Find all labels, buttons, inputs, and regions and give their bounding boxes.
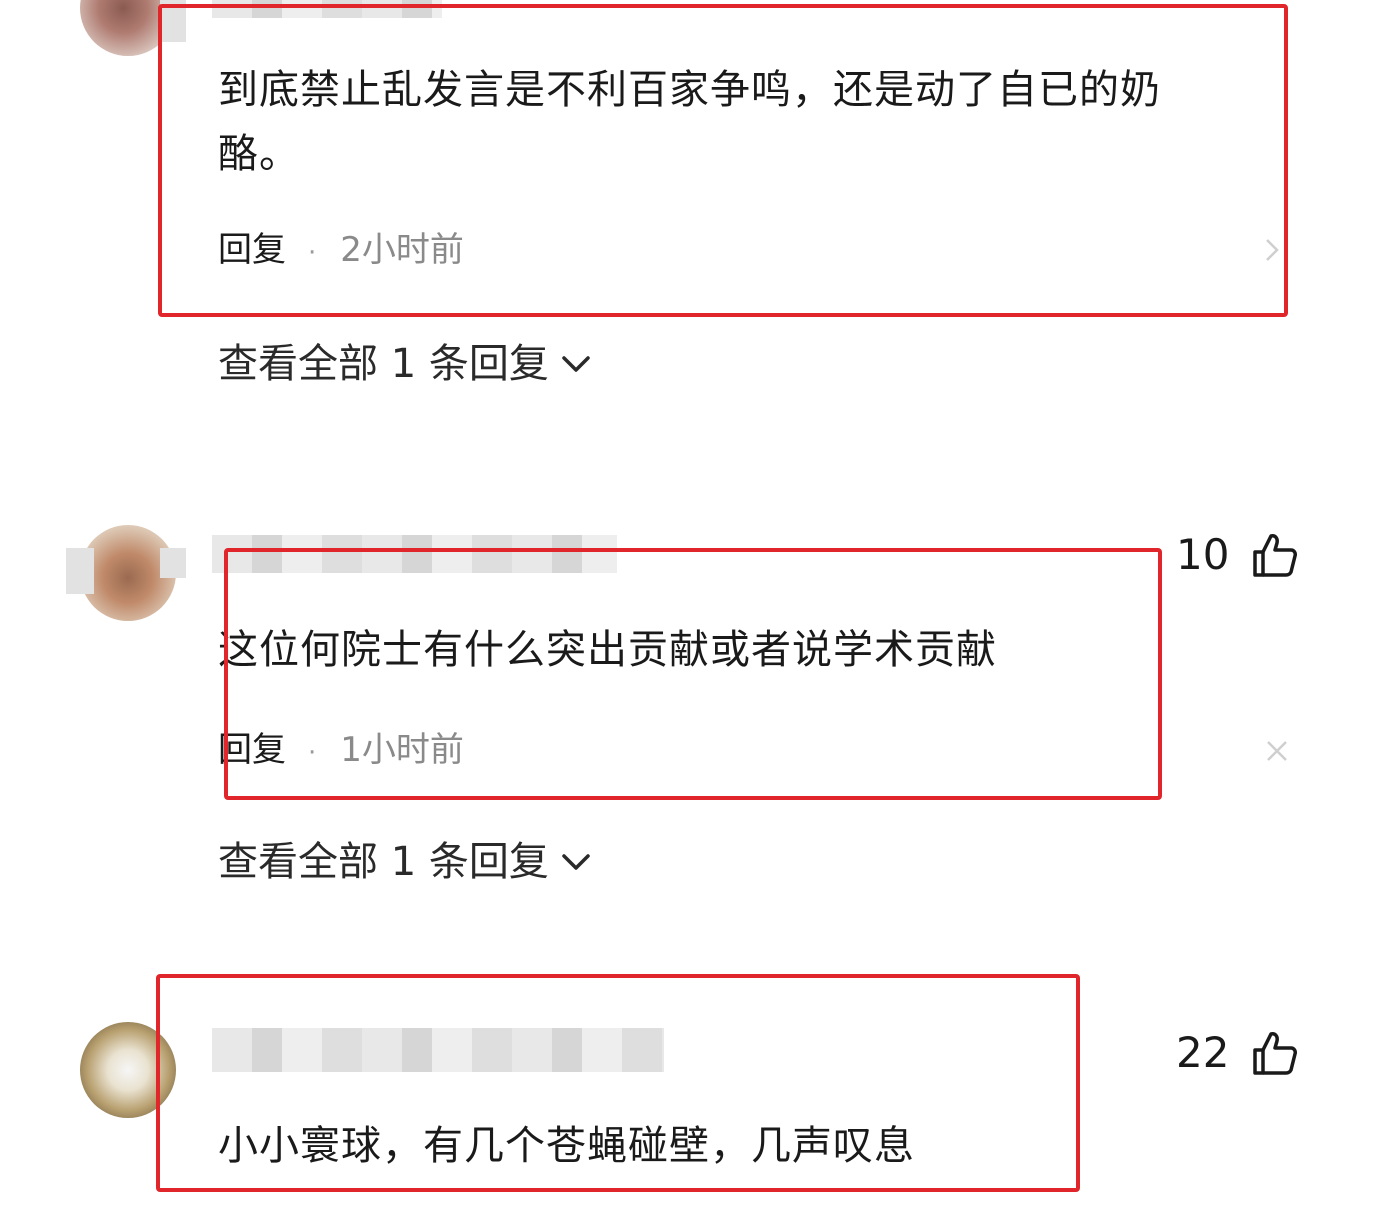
like-count: 10	[1176, 530, 1230, 579]
reply-button[interactable]: 回复	[218, 230, 286, 270]
view-all-replies-button[interactable]: 查看全部 1 条回复	[218, 838, 591, 886]
username-blurred[interactable]	[212, 1028, 664, 1072]
comment-text-line: 酪。	[218, 131, 300, 177]
like-button[interactable]: 10	[1176, 530, 1299, 579]
comment-time: 2小时前	[340, 230, 464, 270]
username-blurred[interactable]	[212, 0, 442, 18]
avatar-mosaic	[66, 548, 94, 594]
thumbs-up-icon	[1253, 1031, 1298, 1075]
like-button[interactable]: 22	[1176, 1028, 1299, 1077]
commenter-avatar[interactable]	[80, 1022, 176, 1118]
comment-text-line: 这位何院士有什么突出贡献或者说学术贡献	[218, 627, 997, 673]
separator-dot: ·	[308, 738, 317, 768]
chevron-down-icon	[562, 854, 590, 870]
comment-text-line: 到底禁止乱发言是不利百家争鸣，还是动了自已的奶	[218, 67, 1161, 113]
close-icon[interactable]	[1266, 740, 1288, 766]
reply-button[interactable]: 回复	[218, 730, 286, 770]
comment-meta: 回复 · 2小时前	[218, 230, 464, 273]
username-blurred[interactable]	[212, 535, 617, 573]
comment-text-line: 小小寰球，有几个苍蝇碰壁，几声叹息	[218, 1123, 915, 1169]
comment-text: 到底禁止乱发言是不利百家争鸣，还是动了自已的奶 酪。	[218, 58, 1278, 186]
comment-time: 1小时前	[340, 730, 464, 770]
chevron-down-icon	[562, 356, 590, 372]
view-all-replies-label: 查看全部 1 条回复	[218, 839, 549, 885]
view-all-replies-button[interactable]: 查看全部 1 条回复	[218, 340, 591, 388]
chevron-right-icon[interactable]	[1264, 236, 1280, 272]
comment-text: 这位何院士有什么突出贡献或者说学术贡献	[218, 618, 1138, 682]
view-all-replies-label: 查看全部 1 条回复	[218, 341, 549, 387]
thumbs-up-icon	[1253, 533, 1298, 577]
avatar-mosaic	[160, 548, 186, 578]
avatar-mosaic	[160, 0, 186, 42]
comment-meta: 回复 · 1小时前	[218, 730, 464, 773]
like-count: 22	[1176, 1028, 1230, 1077]
separator-dot: ·	[308, 238, 317, 268]
comment-text: 小小寰球，有几个苍蝇碰壁，几声叹息	[218, 1114, 1058, 1178]
